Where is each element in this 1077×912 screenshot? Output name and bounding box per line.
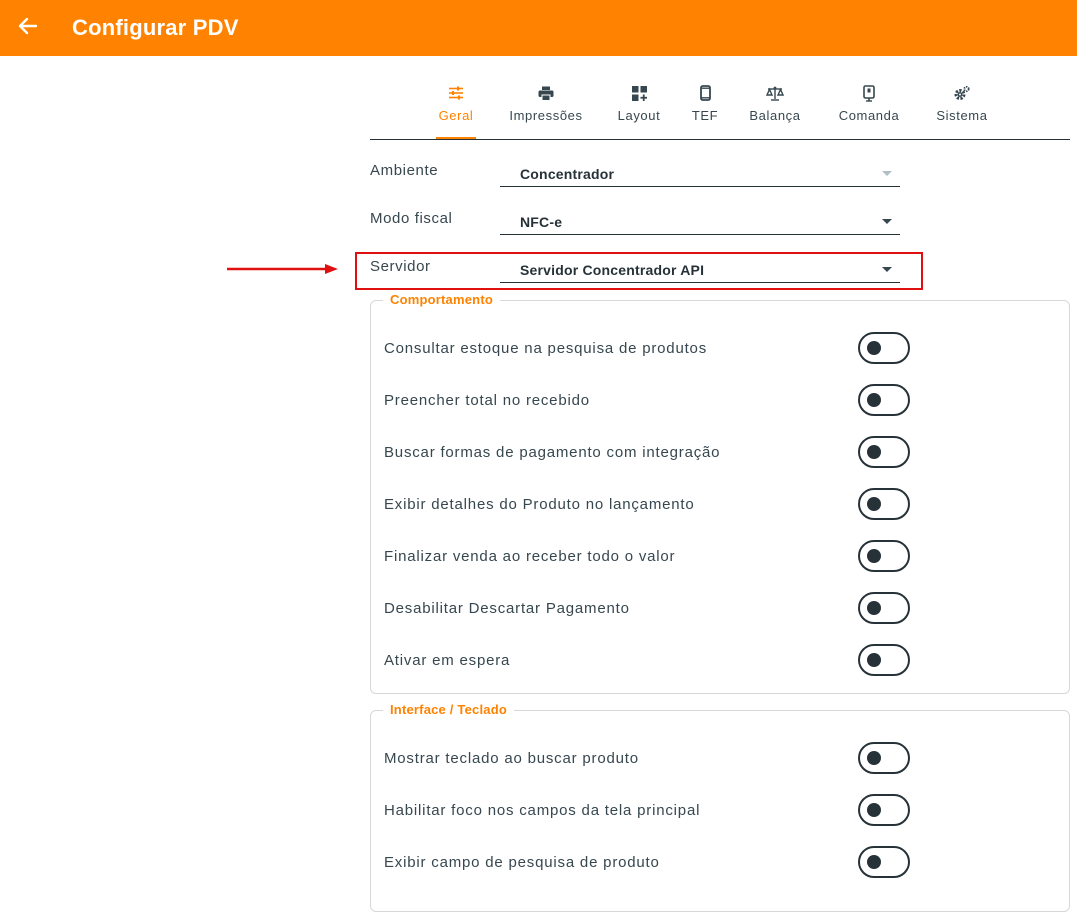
section-title: Comportamento	[383, 292, 500, 307]
arrow-left-icon	[18, 16, 38, 41]
arrow-right-icon	[227, 262, 339, 280]
tab-tef[interactable]: TEF	[692, 80, 718, 138]
tab-balanca[interactable]: Balança	[746, 80, 804, 138]
tab-comanda[interactable]: Comanda	[834, 80, 904, 138]
scale-icon	[766, 84, 784, 102]
option-label: Consultar estoque na pesquisa de produto…	[384, 340, 707, 357]
ambiente-value: Concentrador	[520, 166, 615, 182]
ambiente-label: Ambiente	[370, 162, 439, 179]
caret-down-icon	[882, 171, 892, 176]
tab-label: TEF	[691, 108, 719, 123]
comportamento-section: Comportamento Consultar estoque na pesqu…	[370, 292, 1070, 694]
ambiente-select[interactable]: Concentrador	[500, 158, 900, 187]
tab-label: Balança	[749, 108, 801, 123]
sliders-icon	[448, 84, 464, 102]
tab-layout[interactable]: Layout	[616, 80, 662, 138]
exibir-detalhes-produto-toggle[interactable]	[858, 488, 910, 520]
modo-fiscal-select[interactable]: NFC-e	[500, 206, 900, 235]
ativar-espera-toggle[interactable]	[858, 644, 910, 676]
tab-geral[interactable]: Geral	[436, 80, 476, 139]
modo-fiscal-row: Modo fiscal NFC-e	[370, 206, 900, 236]
option-label: Buscar formas de pagamento com integraçã…	[384, 444, 721, 461]
phone-icon	[699, 84, 711, 102]
modo-fiscal-label: Modo fiscal	[370, 210, 453, 227]
tab-label: Sistema	[936, 108, 988, 123]
toggle-knob	[867, 393, 881, 407]
option-label: Finalizar venda ao receber todo o valor	[384, 548, 676, 565]
option-label: Exibir campo de pesquisa de produto	[384, 854, 660, 871]
modo-fiscal-value: NFC-e	[520, 214, 563, 230]
printer-icon	[538, 84, 554, 102]
caret-down-icon	[882, 219, 892, 224]
tab-impressoes[interactable]: Impressões	[506, 80, 586, 138]
option-row: Habilitar foco nos campos da tela princi…	[371, 794, 1069, 826]
exibir-campo-pesquisa-toggle[interactable]	[858, 846, 910, 878]
option-label: Exibir detalhes do Produto no lançamento	[384, 496, 695, 513]
toggle-knob	[867, 445, 881, 459]
option-row: Ativar em espera	[371, 644, 1069, 676]
option-label: Desabilitar Descartar Pagamento	[384, 600, 630, 617]
ambiente-row: Ambiente Concentrador	[370, 158, 900, 188]
gears-icon	[954, 84, 970, 102]
tab-label: Comanda	[838, 108, 900, 123]
buscar-formas-pagamento-toggle[interactable]	[858, 436, 910, 468]
preencher-total-toggle[interactable]	[858, 384, 910, 416]
toggle-knob	[867, 497, 881, 511]
toggle-knob	[867, 803, 881, 817]
finalizar-venda-toggle[interactable]	[858, 540, 910, 572]
app-bar: Configurar PDV	[0, 0, 1077, 56]
tab-bar: Geral Impressões Layout TEF Balança Coma…	[370, 80, 1070, 140]
option-label: Ativar em espera	[384, 652, 511, 669]
toggle-knob	[867, 341, 881, 355]
section-title: Interface / Teclado	[383, 702, 514, 717]
toggle-knob	[867, 855, 881, 869]
consultar-estoque-toggle[interactable]	[858, 332, 910, 364]
option-row: Exibir campo de pesquisa de produto	[371, 846, 1069, 878]
highlight-box	[355, 252, 923, 290]
option-label: Habilitar foco nos campos da tela princi…	[384, 802, 701, 819]
tab-sistema[interactable]: Sistema	[934, 80, 990, 138]
toggle-knob	[867, 751, 881, 765]
page-title: Configurar PDV	[72, 15, 239, 40]
habilitar-foco-toggle[interactable]	[858, 794, 910, 826]
dashboard-icon	[631, 84, 647, 102]
mostrar-teclado-toggle[interactable]	[858, 742, 910, 774]
option-row: Mostrar teclado ao buscar produto	[371, 742, 1069, 774]
back-button[interactable]	[14, 14, 42, 42]
toggle-knob	[867, 601, 881, 615]
tab-label: Geral	[438, 108, 474, 123]
option-row: Consultar estoque na pesquisa de produto…	[371, 332, 1069, 364]
option-label: Preencher total no recebido	[384, 392, 590, 409]
toggle-knob	[867, 653, 881, 667]
tab-label: Impressões	[509, 108, 583, 123]
option-row: Exibir detalhes do Produto no lançamento	[371, 488, 1069, 520]
interface-section: Interface / Teclado Mostrar teclado ao b…	[370, 702, 1070, 912]
option-label: Mostrar teclado ao buscar produto	[384, 750, 639, 767]
option-row: Finalizar venda ao receber todo o valor	[371, 540, 1069, 572]
desabilitar-descartar-toggle[interactable]	[858, 592, 910, 624]
option-row: Desabilitar Descartar Pagamento	[371, 592, 1069, 624]
option-row: Buscar formas de pagamento com integraçã…	[371, 436, 1069, 468]
option-row: Preencher total no recebido	[371, 384, 1069, 416]
tablet-icon	[863, 84, 875, 102]
tab-label: Layout	[617, 108, 661, 123]
toggle-knob	[867, 549, 881, 563]
